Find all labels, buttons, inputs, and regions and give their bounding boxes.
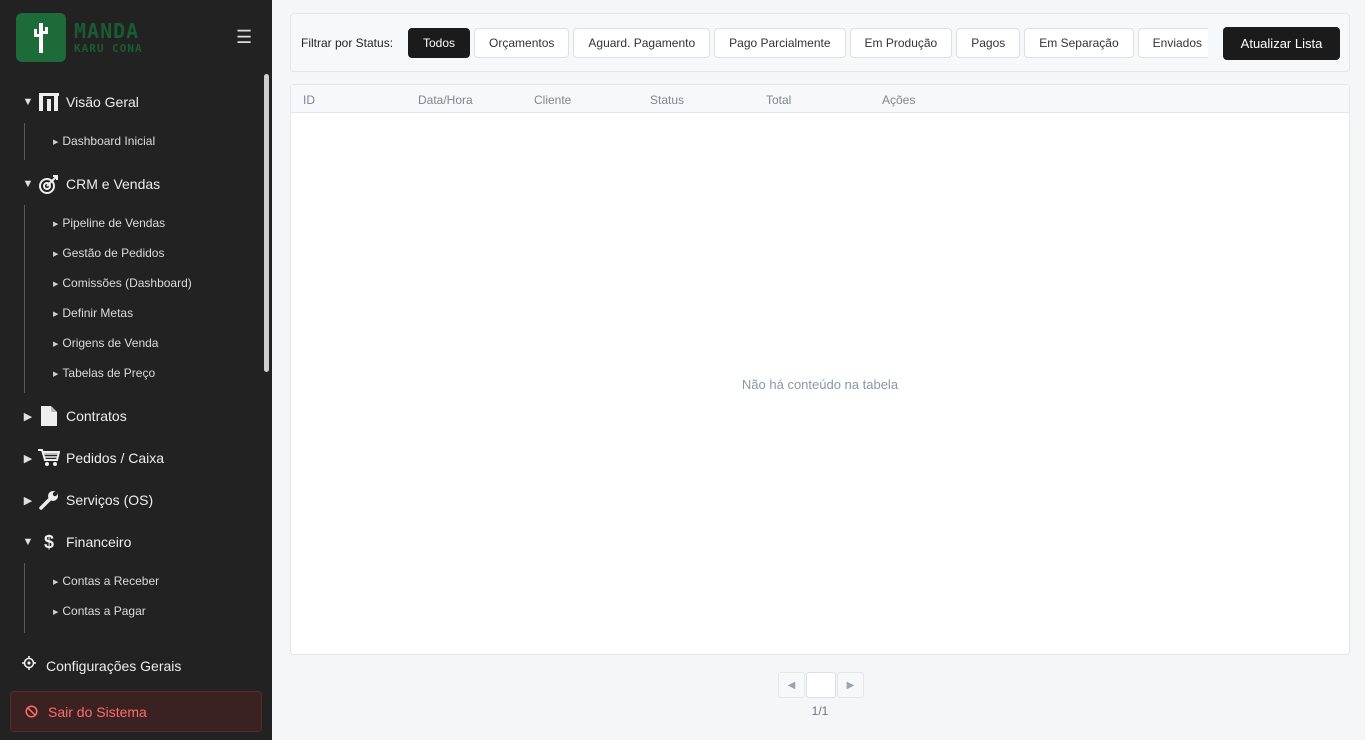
filter-label: Filtrar por Status: [301,36,394,50]
brand-logo[interactable]: MANDA KARU CONA [16,13,150,62]
subgroup-crm-vendas: ▶ Pipeline de Vendas ▶ Gestão de Pedidos ▶… [24,205,254,393]
menu-toggle-icon[interactable]: ☰ [236,28,252,46]
column-header-total[interactable]: Total [766,93,791,107]
caret-down-icon: ▼ [22,536,34,548]
filter-chip-orcamentos[interactable]: Orçamentos [474,28,570,58]
sidebar-item-origens-venda[interactable]: ▶ Origens de Venda [53,336,158,350]
sidebar-section-servicos[interactable]: ▶ Serviços (OS) [0,485,262,515]
cactus-icon [16,13,66,62]
gear-icon [22,656,36,675]
filter-chip-todos[interactable]: Todos [408,28,471,58]
sidebar-section-contratos[interactable]: ▶ Contratos [0,401,262,431]
caret-right-icon: ▶ [23,410,33,423]
caret-right-icon: ▶ [23,494,33,507]
sidebar-item-dashboard-inicial[interactable]: ▶ Dashboard Inicial [53,134,155,148]
filter-chip-em-separacao[interactable]: Em Separação [1024,28,1134,58]
column-header-cliente[interactable]: Cliente [534,93,571,107]
brand-name: MANDA [74,19,140,43]
filter-chip-aguard-pagamento[interactable]: Aguard. Pagamento [573,28,711,58]
sidebar-item-comissoes[interactable]: ▶ Comissões (Dashboard) [53,276,192,290]
caret-right-icon: ▶ [23,452,33,465]
target-icon [38,173,60,195]
filter-chips: Todos Orçamentos Aguard. Pagamento Pago Par… [408,28,1208,60]
sidebar-section-label: Pedidos / Caixa [66,450,165,466]
column-header-id[interactable]: ID [303,93,315,107]
filter-chip-pago-parcialmente[interactable]: Pago Parcialmente [714,28,846,58]
logout-label: Sair do Sistema [48,703,147,720]
filter-chip-em-producao[interactable]: Em Produção [849,28,953,58]
sidebar-section-label: Contratos [66,408,127,424]
subgroup-visao-geral: ▶ Dashboard Inicial [24,123,254,160]
refresh-list-button[interactable]: Atualizar Lista [1223,27,1340,60]
sidebar-item-contas-pagar[interactable]: ▶ Contas a Pagar [53,604,146,618]
sidebar-section-label: Serviços (OS) [66,492,154,508]
filter-chip-enviados[interactable]: Enviados [1137,28,1208,58]
sidebar-item-definir-metas[interactable]: ▶ Definir Metas [53,306,133,320]
column-header-acoes[interactable]: Ações [882,93,915,107]
sidebar: MANDA KARU CONA ☰ ▼ Visão Geral ▶ Dashboa… [0,0,272,740]
sidebar-section-label: Visão Geral [66,94,139,110]
column-header-data-hora[interactable]: Data/Hora [418,93,473,107]
sidebar-section-financeiro[interactable]: ▼ $ Financeiro [0,527,262,557]
document-icon [38,405,60,427]
next-page-button[interactable]: ▶ [837,672,864,698]
block-icon [25,705,38,718]
logout-button[interactable]: Sair do Sistema [10,691,262,732]
page-number-input[interactable] [806,672,836,698]
sidebar-scrollbar[interactable] [264,74,269,372]
filter-chip-pagos[interactable]: Pagos [956,28,1021,58]
sidebar-section-pedidos-caixa[interactable]: ▶ Pedidos / Caixa [0,443,262,473]
sidebar-section-visao-geral[interactable]: ▼ Visão Geral [0,87,262,117]
empty-table-message: Não há conteúdo na tabela [741,377,899,392]
sidebar-item-gestao-pedidos[interactable]: ▶ Gestão de Pedidos [53,246,164,260]
sidebar-item-tabelas-preco[interactable]: ▶ Tabelas de Preço [53,366,155,380]
sidebar-section-label: CRM e Vendas [66,176,161,192]
subgroup-financeiro: ▶ Contas a Receber ▶ Contas a Pagar [24,563,254,633]
orders-table: ID Data/Hora Cliente Status Total Ações … [290,84,1350,655]
brand-subtitle: KARU CONA [74,42,143,55]
caret-down-icon: ▼ [22,178,34,190]
sidebar-section-crm-vendas[interactable]: ▼ CRM e Vendas [0,169,262,199]
chevron-right-icon: ▶ [846,679,855,691]
prev-page-button[interactable]: ◀ [778,672,805,698]
pagination: ◀ ▶ [778,672,864,698]
sidebar-item-contas-receber[interactable]: ▶ Contas a Receber [53,574,159,588]
dollar-icon: $ [43,531,54,552]
cart-icon [38,447,60,469]
status-filter-bar: Filtrar por Status: Todos Orçamentos Aguar… [290,13,1350,72]
config-link[interactable]: Configurações Gerais [22,656,181,675]
table-header: ID Data/Hora Cliente Status Total Ações [291,85,1349,113]
page-count: 1/1 [811,704,829,718]
chevron-left-icon: ◀ [787,679,796,691]
wrench-icon [38,489,60,511]
sidebar-section-label: Financeiro [66,534,132,550]
config-label: Configurações Gerais [46,657,182,674]
column-header-status[interactable]: Status [650,93,684,107]
chart-bars-icon [38,91,60,113]
sidebar-item-pipeline-vendas[interactable]: ▶ Pipeline de Vendas [53,216,165,230]
caret-down-icon: ▼ [22,96,34,108]
